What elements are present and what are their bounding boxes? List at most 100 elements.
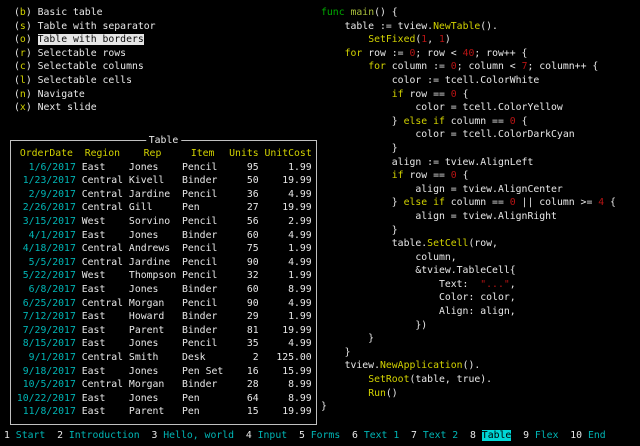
table-cell: Thompson [129, 269, 176, 283]
table-cell: 60 [229, 283, 258, 297]
table-row: 11/8/2017EastParentPen1519.99 [11, 405, 312, 419]
table-cell: East [82, 337, 123, 351]
table-cell: 1/23/2017 [17, 174, 76, 188]
menu-item-n[interactable]: (n) Navigate [14, 88, 156, 102]
menu-key-paren-close: ) [26, 34, 38, 45]
table-cell: Howard [129, 310, 176, 324]
menu-item-label: Table with separator [38, 21, 156, 32]
table-cell: 19.99 [265, 405, 312, 419]
table-cell: 28 [229, 378, 258, 392]
table-row: 5/5/2017CentralJardinePencil904.99 [11, 256, 312, 270]
table-cell: 3/15/2017 [17, 215, 76, 229]
table-cell: 29 [229, 310, 258, 324]
slide-tab-flex[interactable]: 9 Flex [523, 430, 558, 441]
slide-tab-end[interactable]: 10 End [570, 430, 605, 441]
table-cell: 9/1/2017 [17, 351, 76, 365]
code-line: } [321, 224, 616, 238]
table-cell: 9/18/2017 [17, 365, 76, 379]
slide-label: Input [258, 430, 288, 441]
slide-label: Forms [311, 430, 341, 441]
table-cell: 1.99 [265, 161, 312, 175]
menu-item-c[interactable]: (c) Selectable columns [14, 60, 156, 74]
table-cell: 4.99 [265, 337, 312, 351]
slide-number: 6 [352, 430, 364, 441]
table-row: 2/26/2017CentralGillPen2719.99 [11, 201, 312, 215]
table-rows: OrderDateRegionRepItemUnitsUnitCost1/6/2… [11, 147, 312, 419]
table-cell: 16 [229, 365, 258, 379]
table-cell: 11/8/2017 [17, 405, 76, 419]
table-row: 8/15/2017EastJonesPencil354.99 [11, 337, 312, 351]
code-line: color := tcell.ColorWhite [321, 74, 616, 88]
slide-number: 2 [57, 430, 69, 441]
code-line: SetRoot(table, true). [321, 373, 616, 387]
table-cell: Central [82, 188, 123, 202]
column-header: Rep [129, 147, 176, 161]
table-cell: Pencil [182, 161, 223, 175]
menu-item-label: Table with borders [38, 34, 144, 45]
table-cell: 35 [229, 337, 258, 351]
table-cell: Jones [129, 392, 176, 406]
slide-tab-input[interactable]: 4 Input [246, 430, 287, 441]
slide-tab-forms[interactable]: 5 Forms [299, 430, 340, 441]
table-cell: West [82, 215, 123, 229]
menu-key-paren-close: ) [26, 75, 38, 86]
slide-label: Text 2 [423, 430, 458, 441]
slide-number: 8 [470, 430, 482, 441]
menu-item-label: Navigate [38, 89, 85, 100]
table-row: 3/15/2017WestSorvinoPencil562.99 [11, 215, 312, 229]
slide-tab-table[interactable]: 8 Table [470, 430, 511, 441]
menu-item-b[interactable]: (b) Basic table [14, 6, 156, 20]
table-cell: 1/6/2017 [17, 161, 76, 175]
code-line: align = tview.AlignRight [321, 210, 616, 224]
code-line: color = tcell.ColorYellow [321, 101, 616, 115]
table-cell: East [82, 405, 123, 419]
slide-tab-hello-world[interactable]: 3 Hello, world [151, 430, 234, 441]
menu-key-paren-close: ) [26, 48, 38, 59]
menu-item-x[interactable]: (x) Next slide [14, 101, 156, 115]
menu-item-label: Selectable columns [38, 61, 144, 72]
table-cell: Jardine [129, 188, 176, 202]
status-bar: 1 Start 2 Introduction 3 Hello, world 4 … [4, 429, 606, 443]
slide-tab-start[interactable]: 1 Start [4, 430, 45, 441]
slide-number: 4 [246, 430, 258, 441]
table-cell: Central [82, 174, 123, 188]
table-cell: Pen [182, 392, 223, 406]
code-line: } [321, 400, 616, 414]
slide-tab-introduction[interactable]: 2 Introduction [57, 430, 140, 441]
code-line: &tview.TableCell{ [321, 264, 616, 278]
table-row: 7/29/2017EastParentBinder8119.99 [11, 324, 312, 338]
table-cell: Pencil [182, 256, 223, 270]
slide-label: Start [16, 430, 46, 441]
table-cell: 7/12/2017 [17, 310, 76, 324]
menu-item-l[interactable]: (l) Selectable cells [14, 74, 156, 88]
menu-item-r[interactable]: (r) Selectable rows [14, 47, 156, 61]
table-cell: 4.99 [265, 297, 312, 311]
table-cell: 1.99 [265, 242, 312, 256]
terminal-screen: (b) Basic table(s) Table with separator(… [0, 0, 640, 446]
menu-item-s[interactable]: (s) Table with separator [14, 20, 156, 34]
table-cell: 32 [229, 269, 258, 283]
table-cell: Binder [182, 229, 223, 243]
table-cell: Jones [129, 365, 176, 379]
table-row: 1/6/2017EastJonesPencil951.99 [11, 161, 312, 175]
code-line: color = tcell.ColorDarkCyan [321, 128, 616, 142]
table-cell: 90 [229, 297, 258, 311]
table-cell: 19.99 [265, 174, 312, 188]
column-header: Item [182, 147, 223, 161]
table-cell: 1.99 [265, 269, 312, 283]
code-line: if row == 0 { [321, 88, 616, 102]
table-cell: Sorvino [129, 215, 176, 229]
table-cell: East [82, 324, 123, 338]
slide-label: Table [482, 430, 512, 441]
slide-tab-text-2[interactable]: 7 Text 2 [411, 430, 458, 441]
table-cell: 4/18/2017 [17, 242, 76, 256]
slide-label: End [588, 430, 606, 441]
slide-tab-text-1[interactable]: 6 Text 1 [352, 430, 399, 441]
menu-item-o[interactable]: (o) Table with borders [14, 33, 156, 47]
table-cell: 2 [229, 351, 258, 365]
slide-label: Hello, world [163, 430, 234, 441]
code-line: Color: color, [321, 291, 616, 305]
code-line: Align: align, [321, 305, 616, 319]
code-line: table.SetCell(row, [321, 237, 616, 251]
table-cell: East [82, 161, 123, 175]
